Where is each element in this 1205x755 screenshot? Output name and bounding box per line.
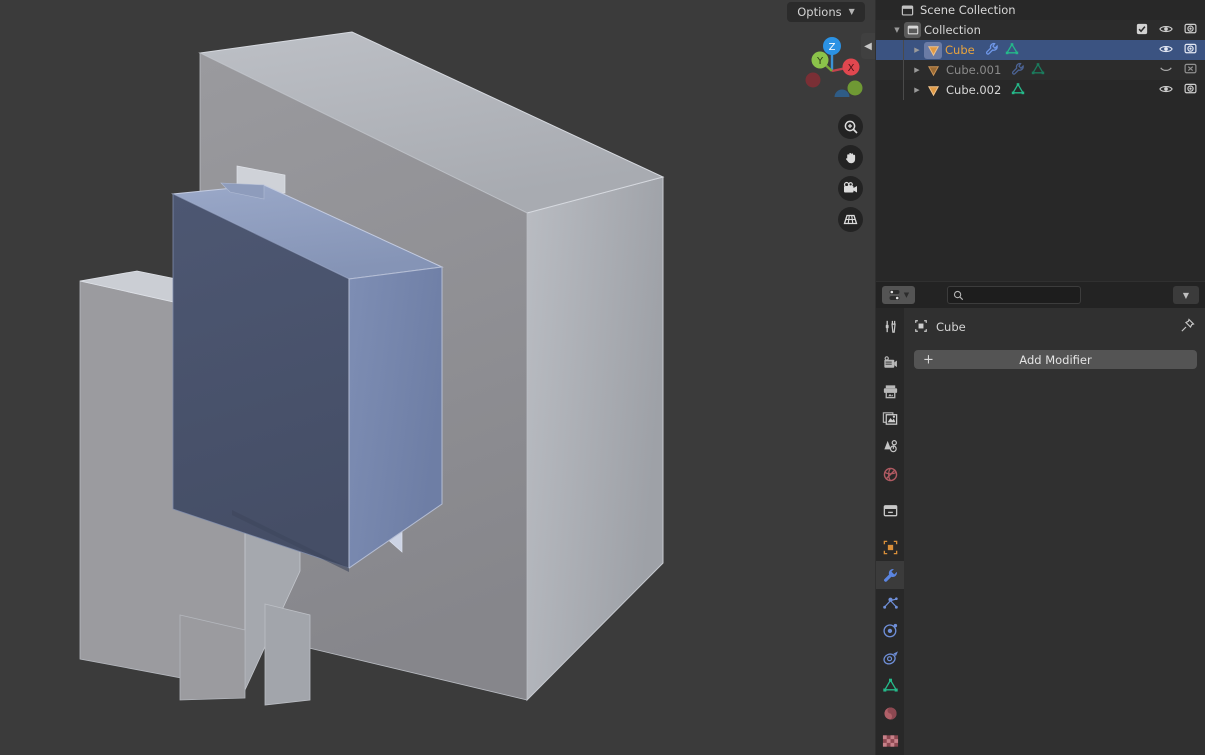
tab-world[interactable] [876,460,904,488]
collection-icon [904,22,921,38]
outliner[interactable]: ▼ Scene Collection ▼ Collection [876,0,1205,281]
disclosure-spacer: ▼ [884,0,898,20]
tab-material[interactable] [876,700,904,728]
outliner-label: Collection [924,23,981,37]
properties-header: ▼ ▼ [876,282,1205,308]
disclosure-open-icon[interactable]: ▼ [890,20,904,40]
properties-main-panel: Cube + Add Modifier [904,308,1205,755]
tab-scene[interactable] [876,433,904,461]
eye-open-icon[interactable] [1159,43,1173,58]
viewport-options-button[interactable]: Options ▼ [787,2,865,22]
camera-on-icon[interactable] [1184,42,1197,58]
zoom-icon[interactable] [838,114,863,139]
mesh-object-icon [924,80,943,100]
tab-tool[interactable] [876,313,904,341]
tree-line [903,60,904,80]
outliner-datalinks [985,42,1019,59]
editor-type-icon[interactable]: ▼ [882,286,915,304]
tab-texture[interactable] [876,727,904,755]
tab-view-layer[interactable] [876,405,904,433]
tab-object-data[interactable] [876,672,904,700]
breadcrumb: Cube [904,314,1205,340]
search-icon [953,286,964,305]
tab-object-constraints[interactable] [876,644,904,672]
navigation-gizmo[interactable]: Y X Z [796,25,868,97]
mesh-data-icon[interactable] [1031,62,1045,79]
outliner-label: Cube.001 [946,63,1002,77]
tab-collection[interactable] [876,497,904,525]
mesh-object-icon [924,41,942,59]
gizmo-axis-negative-y [847,80,863,96]
object-square-icon [914,319,928,336]
tab-particles[interactable] [876,589,904,617]
outliner-row-cube-001[interactable]: ▶ Cube.001 [876,60,1205,80]
tab-render[interactable] [876,350,904,378]
gizmo-axis-y-label: Y [816,56,824,67]
outliner-row-cube-002[interactable]: ▶ Cube.002 [876,80,1205,100]
outliner-label: Cube [945,43,975,57]
viewport-tool-buttons [838,114,863,232]
viewport-3d[interactable]: Options ▼ ◀ Y X Z [0,0,875,755]
outliner-row-scene-collection[interactable]: ▼ Scene Collection [876,0,1205,20]
outliner-row-toggles [1159,40,1197,60]
breadcrumb-label: Cube [936,320,966,334]
viewport-render [0,0,875,755]
outliner-datalinks [1011,62,1045,79]
outliner-row-toggles [1159,60,1197,80]
disclosure-closed-icon[interactable]: ▶ [910,40,924,60]
camera-icon[interactable] [838,176,863,201]
checkbox-checked-icon[interactable] [1136,23,1148,38]
outliner-label: Cube.002 [946,83,1002,97]
chevron-down-icon: ▼ [848,7,855,16]
add-modifier-label: Add Modifier [1019,352,1092,367]
eye-closed-icon[interactable] [1159,63,1173,78]
modifier-wrench-icon[interactable] [985,42,999,59]
tab-physics[interactable] [876,617,904,645]
blender-window: Options ▼ ◀ Y X Z Scene Collection ▼ Col… [0,0,1205,755]
disclosure-closed-icon[interactable]: ▶ [910,60,924,80]
gizmo-axis-negative-z [834,89,850,97]
camera-off-icon[interactable] [1184,62,1197,78]
tab-object[interactable] [876,534,904,562]
tab-modifiers[interactable] [876,561,904,590]
outliner-row-toggles [1159,80,1197,100]
disclosure-closed-icon[interactable]: ▶ [910,80,924,100]
outliner-row-toggles [1136,20,1197,40]
eye-open-icon[interactable] [1159,83,1173,98]
plus-icon: + [923,352,934,367]
mesh-object-icon [924,60,943,80]
chevron-down-icon: ▼ [903,291,910,299]
grid-icon[interactable] [838,207,863,232]
modifier-wrench-icon[interactable] [1011,62,1025,79]
add-modifier-button[interactable]: + Add Modifier [914,350,1197,369]
properties-tab-column [876,308,904,755]
properties-body: Cube + Add Modifier [876,308,1205,755]
gizmo-axis-negative-x [805,72,821,88]
chevron-down-icon: ▼ [1182,290,1190,300]
outliner-datalinks [1011,82,1025,99]
mesh-data-icon[interactable] [1011,82,1025,99]
camera-on-icon[interactable] [1184,22,1197,38]
outliner-row-collection[interactable]: ▼ Collection [876,20,1205,40]
camera-on-icon[interactable] [1184,82,1197,98]
tree-line [903,80,904,100]
gizmo-axis-z-label: Z [829,42,836,53]
outliner-row-cube[interactable]: ▶ Cube [876,40,1205,60]
hand-icon[interactable] [838,145,863,170]
search-input[interactable] [947,286,1081,304]
gizmo-axis-x-label: X [848,63,855,74]
scene-collection-icon [898,0,917,20]
mesh-data-icon[interactable] [1005,42,1019,59]
properties-editor[interactable]: ▼ ▼ Cube + Add Modifier [876,282,1205,755]
outliner-label: Scene Collection [920,3,1016,17]
tab-output[interactable] [876,377,904,405]
tree-line [903,40,904,60]
filter-dropdown-button[interactable]: ▼ [1173,286,1199,304]
search-field[interactable] [968,288,1075,302]
viewport-options-label: Options [797,5,842,19]
pin-icon[interactable] [1180,318,1195,336]
eye-open-icon[interactable] [1159,23,1173,38]
